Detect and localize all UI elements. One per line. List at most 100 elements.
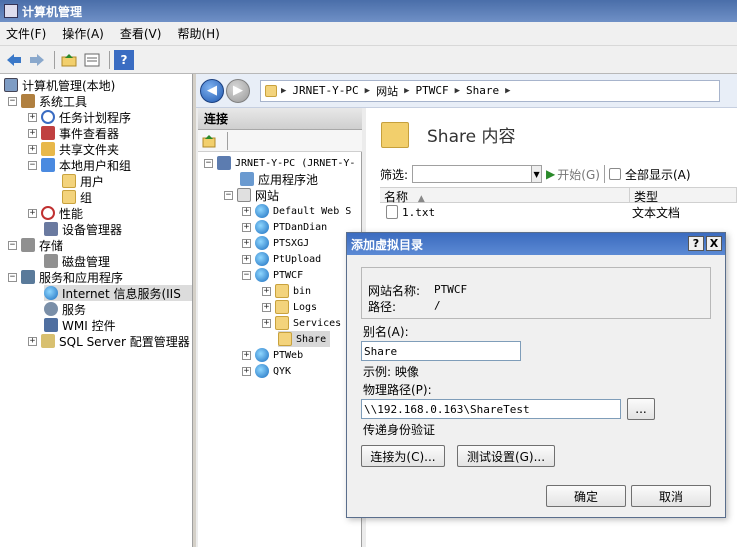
conn-item-server[interactable]: − JRNET-Y-PC (JRNET-Y- xyxy=(204,155,355,171)
expand-icon[interactable]: + xyxy=(242,366,251,376)
dialog-title: 添加虚拟目录 xyxy=(351,237,424,252)
tree-label: 服务 xyxy=(62,302,87,317)
collapse-icon[interactable]: − xyxy=(8,96,17,106)
tree-item-event-viewer[interactable]: + 事件查看器 xyxy=(28,125,119,141)
collapse-icon[interactable]: − xyxy=(242,270,251,280)
tree-item-disk-management[interactable]: 磁盘管理 xyxy=(44,253,110,269)
tree-item-iis[interactable]: Internet 信息服务(IIS xyxy=(44,285,192,301)
tree-item-wmi[interactable]: WMI 控件 xyxy=(44,317,116,333)
breadcrumb-item[interactable]: 网站 xyxy=(376,83,398,99)
conn-item-site[interactable]: + QYK xyxy=(242,363,291,379)
conn-item-share-selected[interactable]: Share xyxy=(278,331,331,347)
browse-button[interactable]: ... xyxy=(627,398,655,420)
conn-item-site-ptwcf[interactable]: − PTWCF xyxy=(242,267,303,283)
column-header-name[interactable]: 名称 ▲ xyxy=(380,188,630,204)
tree-item-computer-management[interactable]: 计算机管理(本地) xyxy=(4,77,115,93)
column-header-type[interactable]: 类型 xyxy=(630,188,737,204)
list-header: 名称 ▲ 类型 xyxy=(380,187,737,204)
menu-help[interactable]: 帮助(H) xyxy=(177,25,219,42)
filter-input[interactable] xyxy=(412,165,533,183)
globe-icon xyxy=(255,268,269,282)
forward-arrow-icon[interactable] xyxy=(27,50,47,70)
connect-as-button[interactable]: 连接为(C)... xyxy=(361,445,445,467)
expand-icon[interactable]: + xyxy=(262,286,271,296)
dropdown-arrow-icon[interactable]: ▼ xyxy=(532,165,543,183)
up-folder-icon[interactable] xyxy=(59,50,79,70)
help-icon[interactable]: ? xyxy=(688,236,704,251)
tree-item-storage[interactable]: − 存储 xyxy=(8,237,63,253)
expand-icon[interactable]: + xyxy=(242,238,251,248)
breadcrumb-item[interactable]: Share xyxy=(466,84,499,97)
conn-item-folder[interactable]: + Logs xyxy=(262,299,317,315)
conn-item-app-pools[interactable]: 应用程序池 xyxy=(240,171,318,187)
menu-action[interactable]: 操作(A) xyxy=(62,25,104,42)
expand-icon[interactable]: + xyxy=(242,206,251,216)
back-arrow-icon[interactable] xyxy=(4,50,24,70)
menu-file[interactable]: 文件(F) xyxy=(6,25,46,42)
expand-icon[interactable]: + xyxy=(242,254,251,264)
breadcrumb-item[interactable]: JRNET-Y-PC xyxy=(292,84,358,97)
tree-item-system-tools[interactable]: − 系统工具 xyxy=(8,93,87,109)
tree-item-shared-folders[interactable]: + 共享文件夹 xyxy=(28,141,119,157)
expand-icon[interactable]: + xyxy=(262,302,271,312)
tree-label: 事件查看器 xyxy=(59,126,120,141)
breadcrumb-item[interactable]: PTWCF xyxy=(416,84,449,97)
alias-input[interactable]: Share xyxy=(361,341,521,361)
expand-icon[interactable]: + xyxy=(262,318,271,328)
conn-item-site[interactable]: + PtUpload xyxy=(242,251,321,267)
folder-icon xyxy=(278,332,292,346)
collapse-icon[interactable]: − xyxy=(204,158,213,168)
conn-item-site[interactable]: + Default Web S xyxy=(242,203,351,219)
tree-item-task-scheduler[interactable]: + 任务计划程序 xyxy=(28,109,131,125)
expand-icon[interactable]: + xyxy=(28,112,37,122)
folder-icon xyxy=(265,84,277,97)
site-name-value: PTWCF xyxy=(434,283,468,296)
tree-label: 存储 xyxy=(39,238,64,253)
collapse-icon[interactable]: − xyxy=(8,240,17,250)
tree-item-groups[interactable]: 组 xyxy=(62,189,92,205)
tree-label: 应用程序池 xyxy=(258,172,319,187)
expand-icon[interactable]: + xyxy=(28,144,37,154)
tree-item-local-users-groups[interactable]: − 本地用户和组 xyxy=(28,157,131,173)
back-nav-button[interactable]: ◀ xyxy=(200,78,224,103)
physical-path-input[interactable]: \\192.168.0.163\ShareTest xyxy=(361,399,621,419)
expand-icon[interactable]: + xyxy=(28,336,37,346)
help-icon[interactable]: ? xyxy=(114,49,134,70)
connect-icon[interactable] xyxy=(200,131,220,151)
collapse-icon[interactable]: − xyxy=(224,190,233,200)
forward-nav-button[interactable]: ▶ xyxy=(226,78,250,103)
expand-icon[interactable]: + xyxy=(28,128,37,138)
collapse-icon[interactable]: − xyxy=(28,160,37,170)
tree-item-services[interactable]: 服务 xyxy=(44,301,86,317)
test-settings-button[interactable]: 测试设置(G)... xyxy=(457,445,555,467)
conn-item-folder[interactable]: + Services xyxy=(262,315,341,331)
conn-item-sites[interactable]: − 网站 xyxy=(224,187,279,203)
breadcrumb[interactable]: ▶ JRNET-Y-PC ▶ 网站 ▶ PTWCF ▶ Share ▶ xyxy=(260,79,720,102)
tree-item-sql-config[interactable]: + SQL Server 配置管理器 xyxy=(28,333,190,349)
expand-icon[interactable]: + xyxy=(28,208,37,218)
expand-icon[interactable]: + xyxy=(242,350,251,360)
menu-view[interactable]: 查看(V) xyxy=(120,25,162,42)
ok-button[interactable]: 确定 xyxy=(546,485,626,507)
conn-item-folder[interactable]: + bin xyxy=(262,283,311,299)
conn-item-site[interactable]: + PTWeb xyxy=(242,347,303,363)
cancel-button[interactable]: 取消 xyxy=(631,485,711,507)
tools-icon xyxy=(21,94,35,108)
start-button[interactable]: ▶ 开始(G) xyxy=(546,166,600,183)
address-bar: ◀ ▶ ▶ JRNET-Y-PC ▶ 网站 ▶ PTWCF ▶ Share ▶ xyxy=(196,74,737,108)
tree-item-services-apps[interactable]: − 服务和应用程序 xyxy=(8,269,123,285)
conn-item-site[interactable]: + PTDanDian xyxy=(242,219,327,235)
tree-item-performance[interactable]: + 性能 xyxy=(28,205,83,221)
collapse-icon[interactable]: − xyxy=(8,272,17,282)
properties-icon[interactable] xyxy=(82,50,102,70)
tree-item-device-manager[interactable]: 设备管理器 xyxy=(44,221,122,237)
expand-icon[interactable]: + xyxy=(242,222,251,232)
breadcrumb-separator: ▶ xyxy=(281,85,287,96)
show-all-button[interactable]: 全部显示(A) xyxy=(608,166,691,183)
list-item[interactable]: 1.txt 文本文档 xyxy=(380,203,737,221)
folder-icon xyxy=(275,284,289,298)
conn-item-site[interactable]: + PTSXGJ xyxy=(242,235,309,251)
tree-item-users[interactable]: 用户 xyxy=(62,173,104,189)
folder-icon xyxy=(381,122,409,148)
close-icon[interactable]: X xyxy=(706,236,722,251)
